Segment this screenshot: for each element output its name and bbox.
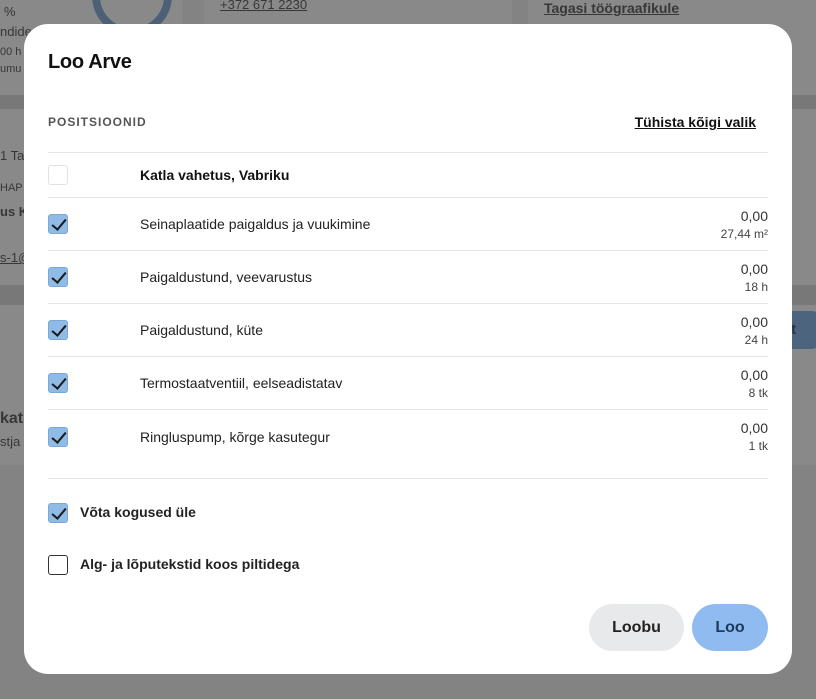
item-label: Paigaldustund, küte: [140, 322, 263, 338]
item-quantity: 1 tk: [748, 439, 768, 453]
list-item: Ringluspump, kõrge kasutegur 0,00 1 tk: [48, 410, 768, 463]
section-label-positions: POSITSIOONID: [48, 115, 147, 129]
group-label: Katla vahetus, Vabriku: [140, 167, 290, 183]
item-amount: 0,00: [740, 261, 768, 277]
item-quantity: 8 tk: [748, 386, 768, 400]
item-checkbox[interactable]: [48, 373, 68, 393]
positions-list: Katla vahetus, Vabriku Seinaplaatide pai…: [48, 152, 768, 463]
item-quantity: 18 h: [744, 280, 768, 294]
take-quantities-checkbox[interactable]: [48, 503, 68, 523]
item-label: Seinaplaatide paigaldus ja vuukimine: [140, 216, 371, 232]
texts-with-images-label: Alg- ja lõputekstid koos piltidega: [80, 556, 300, 572]
item-quantity: 27,44 m²: [720, 227, 768, 241]
clear-selection-link[interactable]: Tühista kõigi valik: [635, 114, 756, 130]
item-checkbox[interactable]: [48, 320, 68, 340]
item-amount: 0,00: [740, 420, 768, 436]
item-label: Termostaatventiil, eelseadistatav: [140, 375, 343, 391]
item-amount: 0,00: [740, 208, 768, 224]
list-item: Paigaldustund, veevarustus 0,00 18 h: [48, 251, 768, 304]
create-invoice-dialog: Loo Arve POSITSIOONID Tühista kõigi vali…: [24, 24, 792, 674]
item-checkbox[interactable]: [48, 214, 68, 234]
item-label: Ringluspump, kõrge kasutegur: [140, 428, 330, 445]
group-checkbox[interactable]: [48, 165, 68, 185]
item-amount: 0,00: [740, 367, 768, 383]
item-checkbox[interactable]: [48, 267, 68, 287]
dialog-title: Loo Arve: [48, 51, 132, 73]
item-checkbox[interactable]: [48, 426, 68, 447]
list-item: Seinaplaatide paigaldus ja vuukimine 0,0…: [48, 198, 768, 251]
list-divider: [48, 478, 768, 479]
texts-with-images-checkbox[interactable]: [48, 555, 68, 575]
item-label: Paigaldustund, veevarustus: [140, 269, 312, 285]
create-button[interactable]: Loo: [692, 604, 768, 651]
cancel-button[interactable]: Loobu: [589, 604, 684, 651]
list-item: Paigaldustund, küte 0,00 24 h: [48, 304, 768, 357]
take-quantities-label: Võta kogused üle: [80, 504, 196, 520]
group-row: Katla vahetus, Vabriku: [48, 153, 768, 198]
list-item: Termostaatventiil, eelseadistatav 0,00 8…: [48, 357, 768, 410]
item-quantity: 24 h: [744, 333, 768, 347]
item-amount: 0,00: [740, 314, 768, 330]
